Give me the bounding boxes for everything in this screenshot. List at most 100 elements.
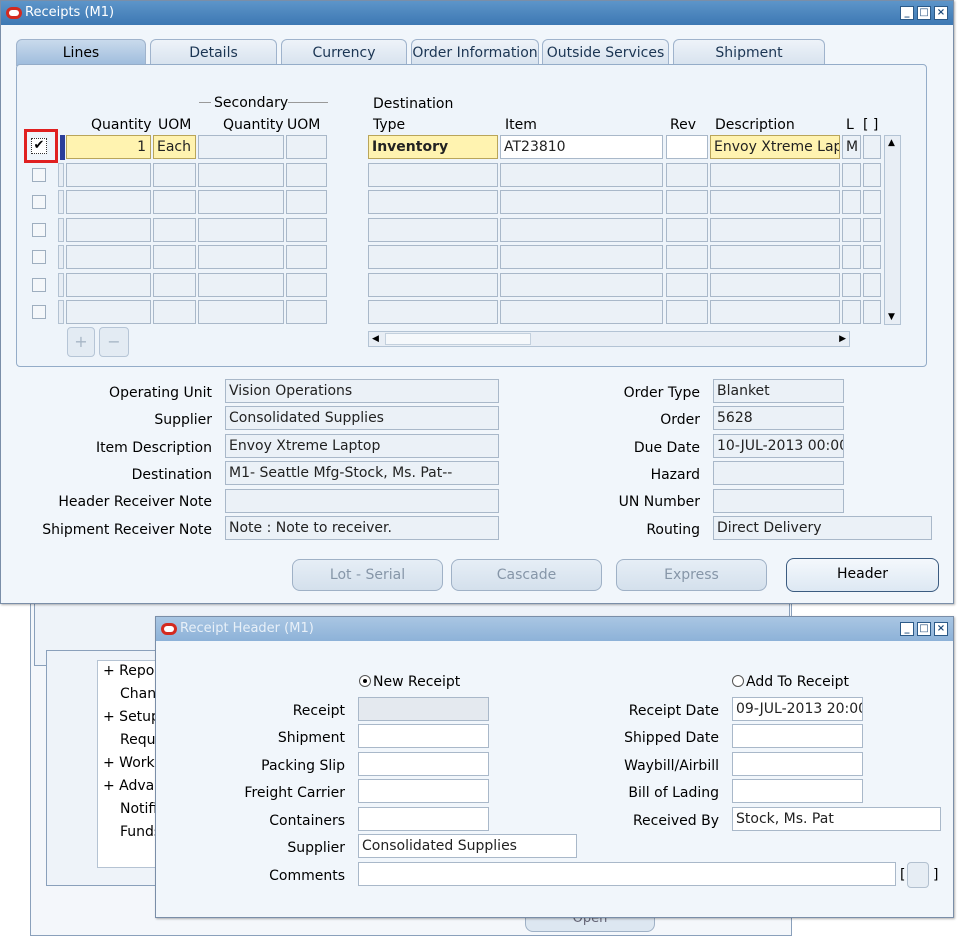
shipped-date-field[interactable] (732, 724, 863, 748)
new-receipt-radio[interactable] (359, 675, 371, 687)
operating-unit-field[interactable]: Vision Operations (225, 379, 499, 403)
receipt-header-titlebar[interactable]: Receipt Header (M1) _ □ × (156, 617, 953, 641)
sec-quantity-field[interactable] (198, 135, 284, 159)
header-button[interactable]: Header (786, 558, 939, 592)
brackets-cell[interactable] (863, 217, 881, 242)
navigator-item[interactable]: Chan (120, 686, 156, 702)
quantity-cell[interactable] (66, 300, 151, 324)
destination-type-cell[interactable] (368, 162, 498, 187)
brackets-cell[interactable] (863, 245, 881, 269)
sec-uom-cell[interactable] (286, 245, 327, 269)
line-checkbox[interactable] (32, 195, 46, 209)
brackets-cell[interactable] (863, 300, 881, 324)
record-indicator[interactable] (58, 190, 64, 214)
quantity-cell[interactable] (66, 272, 151, 297)
sec-quantity-cell[interactable] (198, 245, 284, 269)
quantity-cell[interactable] (66, 190, 151, 214)
order-field[interactable]: 5628 (713, 406, 844, 430)
comments-field[interactable] (358, 862, 896, 886)
descriptive-flexfield-button[interactable] (907, 862, 929, 888)
lot-serial-button[interactable]: Lot - Serial (292, 559, 443, 591)
containers-field[interactable] (358, 807, 489, 831)
destination-type-field[interactable]: Inventory (368, 135, 498, 159)
sec-uom-field[interactable] (286, 135, 327, 159)
tab-shipment-information[interactable]: Shipment Information (673, 39, 825, 87)
line-checkbox[interactable] (32, 305, 46, 319)
destination-type-cell[interactable] (368, 217, 498, 242)
item-cell[interactable] (500, 162, 663, 187)
scroll-right-icon[interactable]: ▶ (839, 332, 846, 346)
maximize-icon[interactable]: □ (917, 6, 931, 20)
receipt-field[interactable] (358, 697, 489, 721)
extra-cell[interactable] (842, 272, 861, 297)
due-date-field[interactable]: 10-JUL-2013 00:00: (713, 434, 844, 458)
shipment-receiver-note-field[interactable]: Note : Note to receiver. (225, 516, 499, 540)
record-indicator[interactable] (58, 245, 64, 269)
description-field[interactable]: Envoy Xtreme Laptop (710, 135, 840, 159)
line-checkbox[interactable] (32, 222, 46, 237)
maximize-icon[interactable]: □ (917, 622, 931, 636)
uom-cell[interactable] (153, 272, 196, 297)
sec-quantity-cell[interactable] (198, 162, 284, 187)
brackets-cell[interactable] (863, 190, 881, 214)
navigator-item[interactable]: + Setup (103, 709, 160, 725)
uom-cell[interactable] (153, 162, 196, 187)
description-cell[interactable] (710, 272, 840, 297)
item-cell[interactable] (500, 300, 663, 324)
record-indicator[interactable] (58, 217, 64, 242)
record-indicator[interactable] (58, 272, 64, 297)
rev-cell[interactable] (666, 190, 708, 214)
navigator-item[interactable]: Requ (120, 732, 155, 748)
supplier-field[interactable]: Consolidated Supplies (225, 406, 499, 430)
uom-cell[interactable] (153, 300, 196, 324)
navigator-item[interactable]: + Advar (103, 778, 160, 794)
order-type-field[interactable]: Blanket (713, 379, 844, 403)
navigator-item[interactable]: + Work (103, 755, 155, 771)
bill-of-lading-field[interactable] (732, 779, 863, 803)
record-indicator[interactable] (58, 300, 64, 324)
description-cell[interactable] (710, 190, 840, 214)
tab-details[interactable]: Details (150, 39, 277, 65)
item-cell[interactable] (500, 217, 663, 242)
sec-quantity-cell[interactable] (198, 217, 284, 242)
destination-type-cell[interactable] (368, 300, 498, 324)
sec-uom-cell[interactable] (286, 272, 327, 297)
rev-cell[interactable] (666, 300, 708, 324)
line-checkbox[interactable]: ✔ (31, 138, 47, 154)
tab-currency[interactable]: Currency (281, 39, 407, 65)
hazard-field[interactable] (713, 461, 844, 485)
uom-field[interactable]: Each (153, 135, 196, 159)
item-cell[interactable] (500, 272, 663, 297)
minimize-icon[interactable]: _ (900, 6, 914, 20)
description-cell[interactable] (710, 162, 840, 187)
freight-carrier-field[interactable] (358, 779, 489, 803)
tab-lines[interactable]: Lines (16, 39, 146, 66)
rev-cell[interactable] (666, 245, 708, 269)
express-button[interactable]: Express (616, 559, 767, 591)
extra-cell[interactable] (842, 190, 861, 214)
extra-cell[interactable] (842, 300, 861, 324)
rev-cell[interactable] (666, 217, 708, 242)
close-icon[interactable]: × (934, 6, 948, 20)
extra-cell[interactable] (842, 245, 861, 269)
tab-order-information[interactable]: Order Information (411, 39, 539, 65)
description-cell[interactable] (710, 300, 840, 324)
horizontal-scrollbar[interactable]: ◀ ▶ (368, 331, 850, 347)
sec-uom-cell[interactable] (286, 217, 327, 242)
cascade-button[interactable]: Cascade (451, 559, 602, 591)
un-number-field[interactable] (713, 489, 844, 513)
brackets-cell[interactable] (863, 272, 881, 297)
extra-cell[interactable] (842, 162, 861, 187)
destination-type-cell[interactable] (368, 272, 498, 297)
add-to-receipt-label[interactable]: Add To Receipt (746, 674, 849, 690)
brackets-cell[interactable] (863, 162, 881, 187)
sec-uom-cell[interactable] (286, 300, 327, 324)
description-cell[interactable] (710, 245, 840, 269)
line-checkbox[interactable] (32, 167, 46, 182)
received-by-field[interactable]: Stock, Ms. Pat (732, 807, 941, 831)
shipment-field[interactable] (358, 724, 489, 748)
scroll-left-icon[interactable]: ◀ (372, 332, 379, 346)
new-receipt-label[interactable]: New Receipt (373, 674, 460, 690)
navigator-item[interactable]: Notifi (120, 801, 157, 817)
uom-cell[interactable] (153, 217, 196, 242)
